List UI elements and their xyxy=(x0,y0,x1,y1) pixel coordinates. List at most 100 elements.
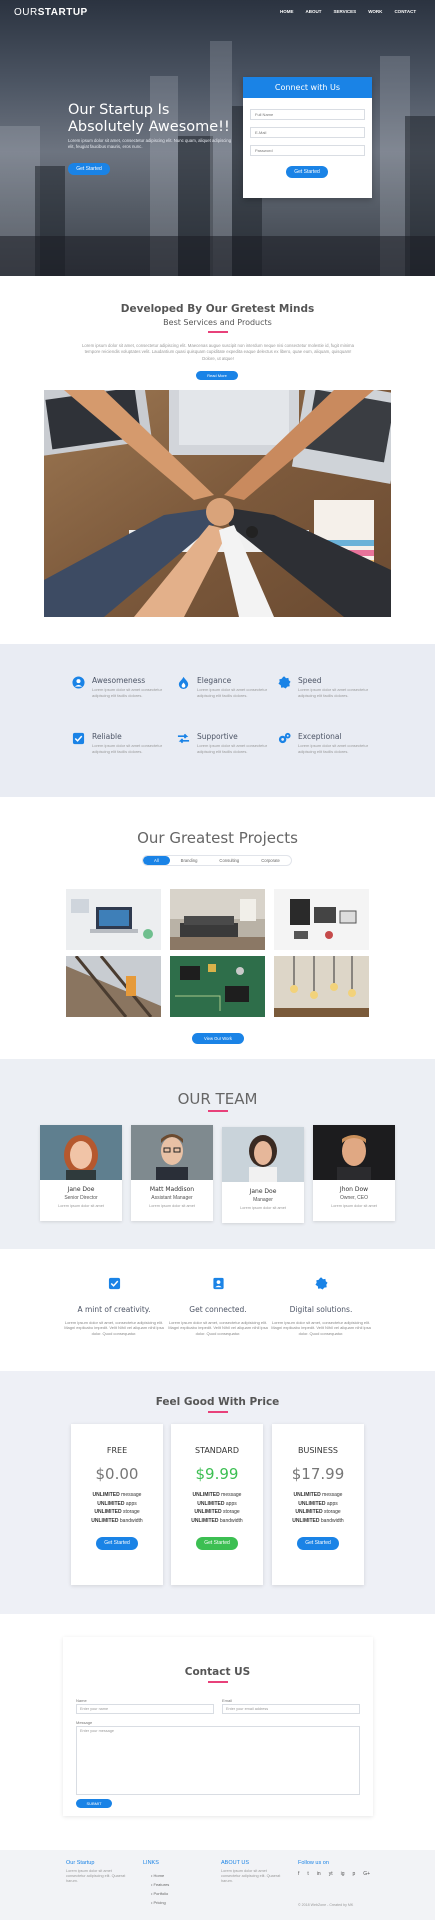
twitter-icon[interactable]: t xyxy=(307,1871,308,1877)
footer-col-about: ABOUT US Lorem ipsum dolor sit amet cons… xyxy=(221,1860,283,1884)
contact-name-input[interactable]: Enter your name xyxy=(76,1704,214,1714)
plan-features: UNLIMITED message UNLIMITED apps UNLIMIT… xyxy=(71,1491,163,1525)
linkedin-icon[interactable]: in xyxy=(317,1871,321,1877)
developed-subtitle: Best Services and Products xyxy=(163,318,272,327)
nav-contact[interactable]: CONTACT xyxy=(394,9,416,14)
value-text: Lorem ipsum dolor sit amet, consectetur … xyxy=(64,1320,164,1336)
member-photo xyxy=(313,1125,395,1180)
value-title: Get connected. xyxy=(189,1305,247,1314)
project-filter: All Branding Consulting Corporate xyxy=(142,855,292,866)
contact-email-input[interactable]: Enter your email address xyxy=(222,1704,360,1714)
projects-title: Our Greatest Projects xyxy=(137,829,298,847)
value-creativity: A mint of creativity. Lorem ipsum dolor … xyxy=(64,1277,164,1336)
footer-link-features[interactable]: Features xyxy=(151,1880,170,1889)
checkbox-icon xyxy=(108,1277,120,1290)
portrait-illustration xyxy=(40,1125,122,1180)
filter-all[interactable]: All xyxy=(143,856,170,865)
plan-feature: UNLIMITED message xyxy=(92,1492,142,1498)
instagram-icon[interactable]: ig xyxy=(341,1871,345,1877)
contact-message-textarea[interactable]: Enter your message xyxy=(76,1726,360,1795)
team-card: Matt Maddison Assistant Manager Lorem ip… xyxy=(131,1125,213,1221)
form-get-started-button[interactable]: Get Started xyxy=(286,166,328,178)
plan-price: $17.99 xyxy=(291,1465,345,1483)
plan-features: UNLIMITED message UNLIMITED apps UNLIMIT… xyxy=(272,1491,364,1525)
team-card: Jane Doe Manager Lorem ipsum dolor sit a… xyxy=(222,1127,304,1223)
plan-get-started-button[interactable]: Get Started xyxy=(196,1537,238,1550)
project-image-bridge[interactable] xyxy=(66,956,161,1017)
footer-heading: Our Startup xyxy=(66,1860,95,1866)
feature-title: Awesomeness xyxy=(92,676,146,685)
member-role: Senior Director xyxy=(64,1195,98,1201)
member-text: Lorem ipsum dolor sit amet xyxy=(240,1206,286,1210)
plan-price: $0.00 xyxy=(95,1465,139,1483)
footer-text: Lorem ipsum dolor sit amet consectetur a… xyxy=(66,1869,126,1883)
skyline-base xyxy=(0,236,435,276)
plan-get-started-button[interactable]: Get Started xyxy=(297,1537,339,1550)
main-nav: HOME ABOUT SERVICES WORK CONTACT xyxy=(280,9,416,14)
plan-feature: UNLIMITED apps xyxy=(298,1500,338,1507)
nav-work[interactable]: WORK xyxy=(368,9,382,14)
google-plus-icon[interactable]: G+ xyxy=(363,1871,370,1877)
view-our-work-button[interactable]: View Our Work xyxy=(192,1033,244,1044)
pricing-title: Feel Good With Price xyxy=(155,1396,280,1408)
filter-consulting[interactable]: Consulting xyxy=(208,856,250,865)
hero-get-started-button[interactable]: Get Started xyxy=(68,163,110,175)
site-logo[interactable]: OURSTARTUP xyxy=(14,7,88,18)
footer-link-pricing[interactable]: Pricing xyxy=(151,1898,169,1907)
project-image-sofa[interactable] xyxy=(170,889,265,950)
member-name: Matt Maddison xyxy=(149,1186,195,1193)
user-badge-icon xyxy=(212,1277,224,1290)
value-text: Lorem ipsum dolor sit amet, consectetur … xyxy=(168,1320,268,1336)
bulbs-illustration xyxy=(274,956,369,1017)
footer-link-portfolio[interactable]: Portfolio xyxy=(151,1889,169,1898)
value-title: A mint of creativity. xyxy=(77,1305,151,1314)
read-more-button[interactable]: Read More xyxy=(196,371,238,380)
feature-title: Supportive xyxy=(197,732,238,741)
teamwork-photo xyxy=(44,390,391,617)
feature-text: Lorem ipsum dolor sit amet consectetur a… xyxy=(92,743,163,754)
facebook-icon[interactable]: f xyxy=(298,1871,299,1877)
nav-home[interactable]: HOME xyxy=(280,9,294,14)
email-input[interactable]: E-Mail xyxy=(250,127,365,138)
plan-name: FREE xyxy=(106,1446,128,1455)
developed-title: Developed By Our Gretest Minds xyxy=(120,303,315,315)
user-circle-icon xyxy=(72,676,85,689)
plan-feature: UNLIMITED bandwidth xyxy=(91,1517,143,1524)
youtube-icon[interactable]: yt xyxy=(329,1871,333,1877)
feature-text: Lorem ipsum dolor sit amet consectetur a… xyxy=(92,687,163,698)
portrait-illustration xyxy=(313,1125,395,1180)
feature-text: Lorem ipsum dolor sit amet consectetur a… xyxy=(298,743,369,754)
filter-corporate[interactable]: Corporate xyxy=(250,856,291,865)
team-card: Jane Doe Senior Director Lorem ipsum dol… xyxy=(40,1125,122,1221)
exchange-arrows-icon xyxy=(177,733,190,744)
member-name: Jane Doe xyxy=(67,1186,95,1193)
project-image-circuit[interactable] xyxy=(170,956,265,1017)
name-label: Name xyxy=(76,1698,87,1703)
project-image-bulbs[interactable] xyxy=(274,956,369,1017)
cogs-icon xyxy=(278,732,291,744)
value-connected: Get connected. Lorem ipsum dolor sit ame… xyxy=(168,1277,268,1336)
footer-link-home[interactable]: Home xyxy=(151,1871,169,1880)
project-image-desk[interactable] xyxy=(274,889,369,950)
nav-services[interactable]: SERVICES xyxy=(334,9,357,14)
contact-submit-button[interactable]: SUBMIT xyxy=(76,1799,112,1808)
plan-get-started-button[interactable]: Get Started xyxy=(96,1537,138,1550)
footer-heading: Follow us on xyxy=(298,1860,329,1866)
title-underline xyxy=(208,1681,228,1683)
nav-about[interactable]: ABOUT xyxy=(306,9,322,14)
value-title: Digital solutions. xyxy=(289,1305,353,1314)
pinterest-icon[interactable]: p xyxy=(352,1871,355,1877)
filter-branding[interactable]: Branding xyxy=(170,856,209,865)
plan-feature: UNLIMITED message xyxy=(192,1492,242,1498)
plan-feature: UNLIMITED storage xyxy=(94,1509,140,1515)
feature-title: Elegance xyxy=(197,676,232,685)
footer-heading: ABOUT US xyxy=(221,1860,250,1866)
logo-light-text: OUR xyxy=(14,7,38,18)
full-name-input[interactable]: Full Name xyxy=(250,109,365,120)
title-underline xyxy=(208,1110,228,1112)
plan-name: STANDARD xyxy=(194,1446,239,1455)
checkbox-icon xyxy=(72,732,85,745)
member-name: Jane Doe xyxy=(249,1188,277,1195)
project-image-laptop[interactable] xyxy=(66,889,161,950)
password-input[interactable]: Password xyxy=(250,145,365,156)
